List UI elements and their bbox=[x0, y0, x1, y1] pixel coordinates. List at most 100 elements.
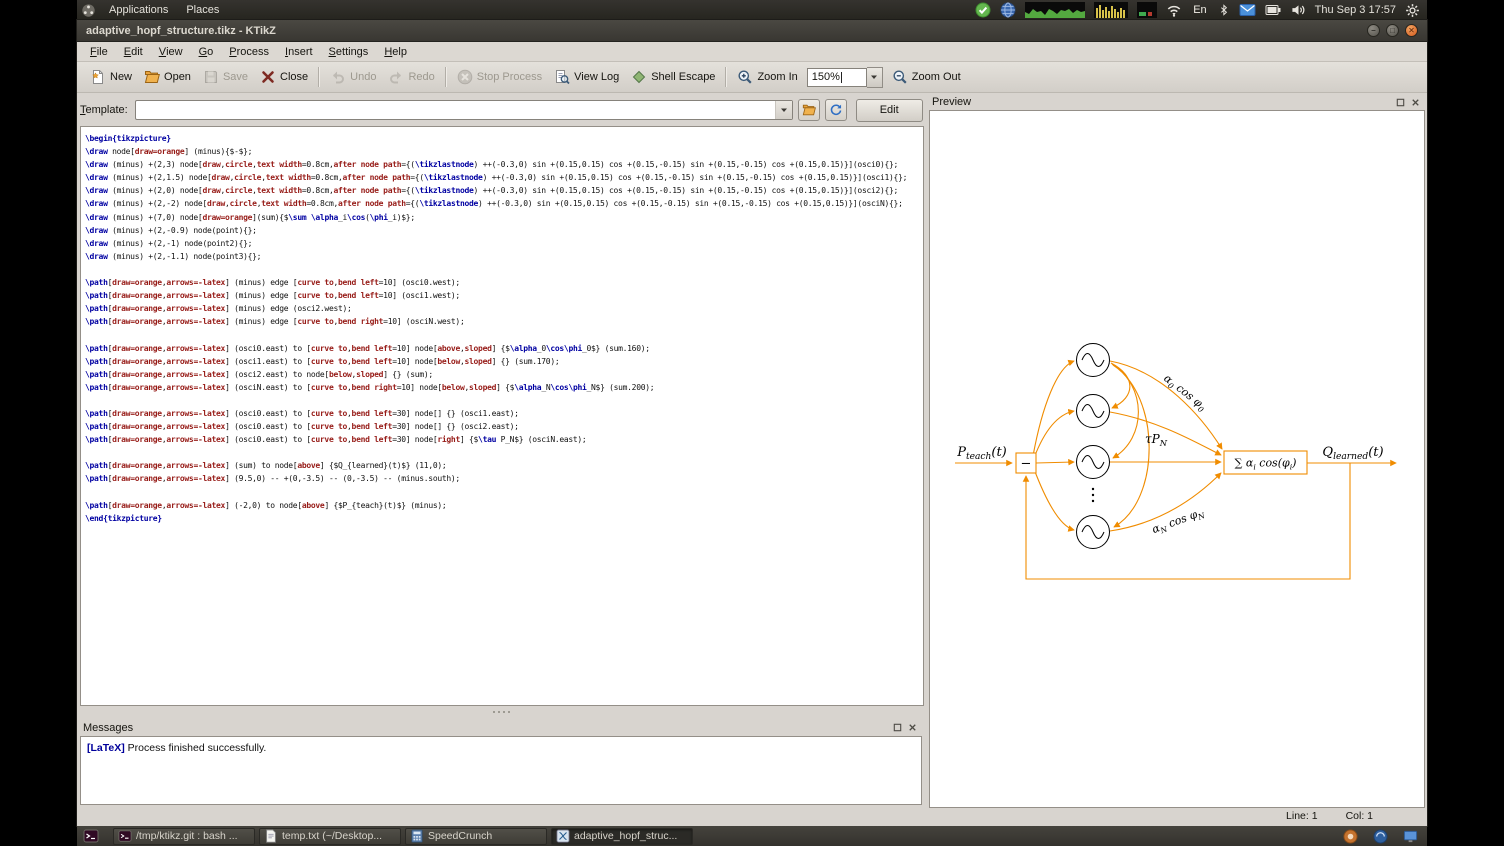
code-line[interactable]: \draw (minus) +(2,1.5) node[draw,circle,… bbox=[85, 171, 923, 184]
template-bar: Template: Edit bbox=[80, 98, 924, 122]
taskbar-task[interactable]: SpeedCrunch bbox=[405, 828, 547, 845]
calc-icon bbox=[410, 829, 424, 843]
code-editor[interactable]: \begin{tikzpicture}\draw node[draw=orang… bbox=[80, 126, 924, 706]
mail-icon[interactable] bbox=[1239, 2, 1256, 18]
code-line[interactable]: \path[draw=orange,arrows=-latex] (-2,0) … bbox=[85, 499, 923, 512]
close-button[interactable]: ✕ bbox=[1405, 24, 1418, 37]
taskbar-task[interactable]: adaptive_hopf_struc... bbox=[551, 828, 693, 845]
template-combo[interactable] bbox=[135, 100, 793, 120]
code-line[interactable]: \draw (minus) +(2,3) node[draw,circle,te… bbox=[85, 158, 923, 171]
template-reload-button[interactable] bbox=[825, 99, 847, 121]
preview-close-icon[interactable] bbox=[1409, 96, 1421, 108]
wifi-icon[interactable] bbox=[1166, 2, 1182, 18]
code-line[interactable]: \draw node[draw=orange] (minus){$-$}; bbox=[85, 145, 923, 158]
toolbar-button-label: Stop Process bbox=[477, 71, 542, 83]
code-line[interactable]: \path[draw=orange,arrows=-latex] (osci0.… bbox=[85, 433, 923, 446]
code-line[interactable]: \draw (minus) +(2,0) node[draw,circle,te… bbox=[85, 184, 923, 197]
messages-float-icon[interactable] bbox=[891, 722, 903, 734]
editor-messages-splitter[interactable] bbox=[80, 704, 922, 719]
zoom-level-input[interactable]: 150% bbox=[807, 68, 867, 87]
messages-close-icon[interactable] bbox=[906, 722, 918, 734]
code-line[interactable]: \path[draw=orange,arrows=-latex] (minus)… bbox=[85, 315, 923, 328]
status-col: Col: 1 bbox=[1346, 810, 1373, 822]
code-line[interactable]: \path[draw=orange,arrows=-latex] (9.5,0)… bbox=[85, 472, 923, 485]
code-line[interactable]: \path[draw=orange,arrows=-latex] (osciN.… bbox=[85, 381, 923, 394]
window-controls: – □ ✕ bbox=[1367, 24, 1418, 37]
places-menu[interactable]: Places bbox=[178, 0, 227, 20]
menu-settings[interactable]: Settings bbox=[321, 42, 377, 61]
code-line[interactable]: \path[draw=orange,arrows=-latex] (osci0.… bbox=[85, 407, 923, 420]
code-line[interactable]: \draw (minus) +(2,-0.9) node(point){}; bbox=[85, 224, 923, 237]
taskbar-app-blue-icon[interactable] bbox=[1373, 829, 1388, 844]
updates-check-icon[interactable] bbox=[975, 2, 991, 18]
p-teach-label: Pteach(t) bbox=[956, 445, 1007, 462]
code-line[interactable]: \path[draw=orange,arrows=-latex] (osci2.… bbox=[85, 368, 923, 381]
taskbar-task[interactable]: temp.txt (~/Desktop... bbox=[259, 828, 401, 845]
code-line[interactable]: \draw (minus) +(7,0) node[draw=orange](s… bbox=[85, 211, 923, 224]
titlebar[interactable]: adaptive_hopf_structure.tikz - KTikZ – □… bbox=[77, 20, 1427, 42]
preview-float-icon[interactable] bbox=[1394, 96, 1406, 108]
keyboard-layout-indicator[interactable]: En bbox=[1191, 4, 1208, 16]
code-line[interactable]: \path[draw=orange,arrows=-latex] (minus)… bbox=[85, 276, 923, 289]
bluetooth-icon[interactable] bbox=[1218, 2, 1230, 18]
code-line[interactable] bbox=[85, 328, 923, 341]
code-line[interactable]: \draw (minus) +(2,-1) node(point2){}; bbox=[85, 237, 923, 250]
code-line[interactable]: \begin{tikzpicture} bbox=[85, 132, 923, 145]
globe-icon[interactable] bbox=[1000, 2, 1016, 18]
code-line[interactable]: \path[draw=orange,arrows=-latex] (osci0.… bbox=[85, 420, 923, 433]
distro-logo-icon[interactable] bbox=[81, 3, 96, 18]
code-line[interactable]: \draw (minus) +(2,-2) node[draw,circle,t… bbox=[85, 197, 923, 210]
battery-icon[interactable] bbox=[1265, 2, 1282, 18]
open-button[interactable]: Open bbox=[138, 66, 197, 88]
code-line[interactable]: \path[draw=orange,arrows=-latex] (osci1.… bbox=[85, 355, 923, 368]
template-dropdown-arrow[interactable] bbox=[775, 101, 792, 119]
zoom-out-button[interactable]: Zoom Out bbox=[886, 66, 967, 88]
minimize-button[interactable]: – bbox=[1367, 24, 1380, 37]
code-line[interactable]: \draw (minus) +(2,-1.1) node(point3){}; bbox=[85, 250, 923, 263]
code-line[interactable]: \end{tikzpicture} bbox=[85, 512, 923, 525]
shell-escape-button[interactable]: Shell Escape bbox=[625, 66, 721, 88]
toolbar-button-label: Zoom In bbox=[757, 71, 797, 83]
menu-go[interactable]: Go bbox=[191, 42, 222, 61]
terminal-launcher-icon[interactable] bbox=[83, 828, 100, 844]
taskbar-display-icon[interactable] bbox=[1403, 829, 1418, 844]
menu-view[interactable]: View bbox=[151, 42, 191, 61]
preview-canvas[interactable]: − ∑ αi cos(φi) Pteach(t) Qlearned(t) τPN… bbox=[929, 110, 1425, 808]
clock[interactable]: Thu Sep 3 17:57 bbox=[1315, 4, 1396, 16]
template-open-button[interactable] bbox=[798, 99, 820, 121]
code-line[interactable]: \path[draw=orange,arrows=-latex] (minus)… bbox=[85, 302, 923, 315]
menu-insert[interactable]: Insert bbox=[277, 42, 321, 61]
menu-edit[interactable]: Edit bbox=[116, 42, 151, 61]
system-monitor-graph[interactable] bbox=[1025, 2, 1085, 18]
maximize-button[interactable]: □ bbox=[1386, 24, 1399, 37]
session-gear-icon[interactable] bbox=[1405, 3, 1420, 18]
toolbar-separator bbox=[445, 67, 447, 87]
taskbar-task[interactable]: /tmp/ktikz.git : bash ... bbox=[113, 828, 255, 845]
code-line[interactable] bbox=[85, 394, 923, 407]
system-monitor-mini[interactable] bbox=[1137, 2, 1157, 18]
volume-icon[interactable] bbox=[1291, 2, 1306, 18]
code-line[interactable]: \path[draw=orange,arrows=-latex] (sum) t… bbox=[85, 459, 923, 472]
close-button[interactable]: Close bbox=[254, 66, 314, 88]
menu-process[interactable]: Process bbox=[221, 42, 277, 61]
osc1-to-osc4-feedback bbox=[1113, 365, 1149, 527]
applications-menu[interactable]: Applications bbox=[101, 0, 176, 20]
editor-preview-splitter[interactable] bbox=[922, 94, 929, 808]
menu-help[interactable]: Help bbox=[376, 42, 415, 61]
code-line[interactable] bbox=[85, 486, 923, 499]
close-icon bbox=[260, 69, 276, 85]
zoom-dropdown-arrow[interactable] bbox=[867, 67, 883, 88]
template-edit-button[interactable]: Edit bbox=[856, 99, 923, 122]
zoom-in-button[interactable]: Zoom In bbox=[731, 66, 803, 88]
taskbar-app-orange-icon[interactable] bbox=[1343, 829, 1358, 844]
zoom-level-combo[interactable]: 150% bbox=[807, 67, 883, 88]
system-monitor-bars[interactable] bbox=[1094, 2, 1128, 18]
code-line[interactable] bbox=[85, 263, 923, 276]
menu-file[interactable]: File bbox=[82, 42, 116, 61]
code-line[interactable]: \path[draw=orange,arrows=-latex] (minus)… bbox=[85, 289, 923, 302]
top-panel: Applications Places bbox=[77, 0, 1427, 20]
code-line[interactable] bbox=[85, 446, 923, 459]
code-line[interactable]: \path[draw=orange,arrows=-latex] (osci0.… bbox=[85, 342, 923, 355]
new-button[interactable]: New bbox=[84, 66, 138, 88]
view-log-button[interactable]: View Log bbox=[548, 66, 625, 88]
